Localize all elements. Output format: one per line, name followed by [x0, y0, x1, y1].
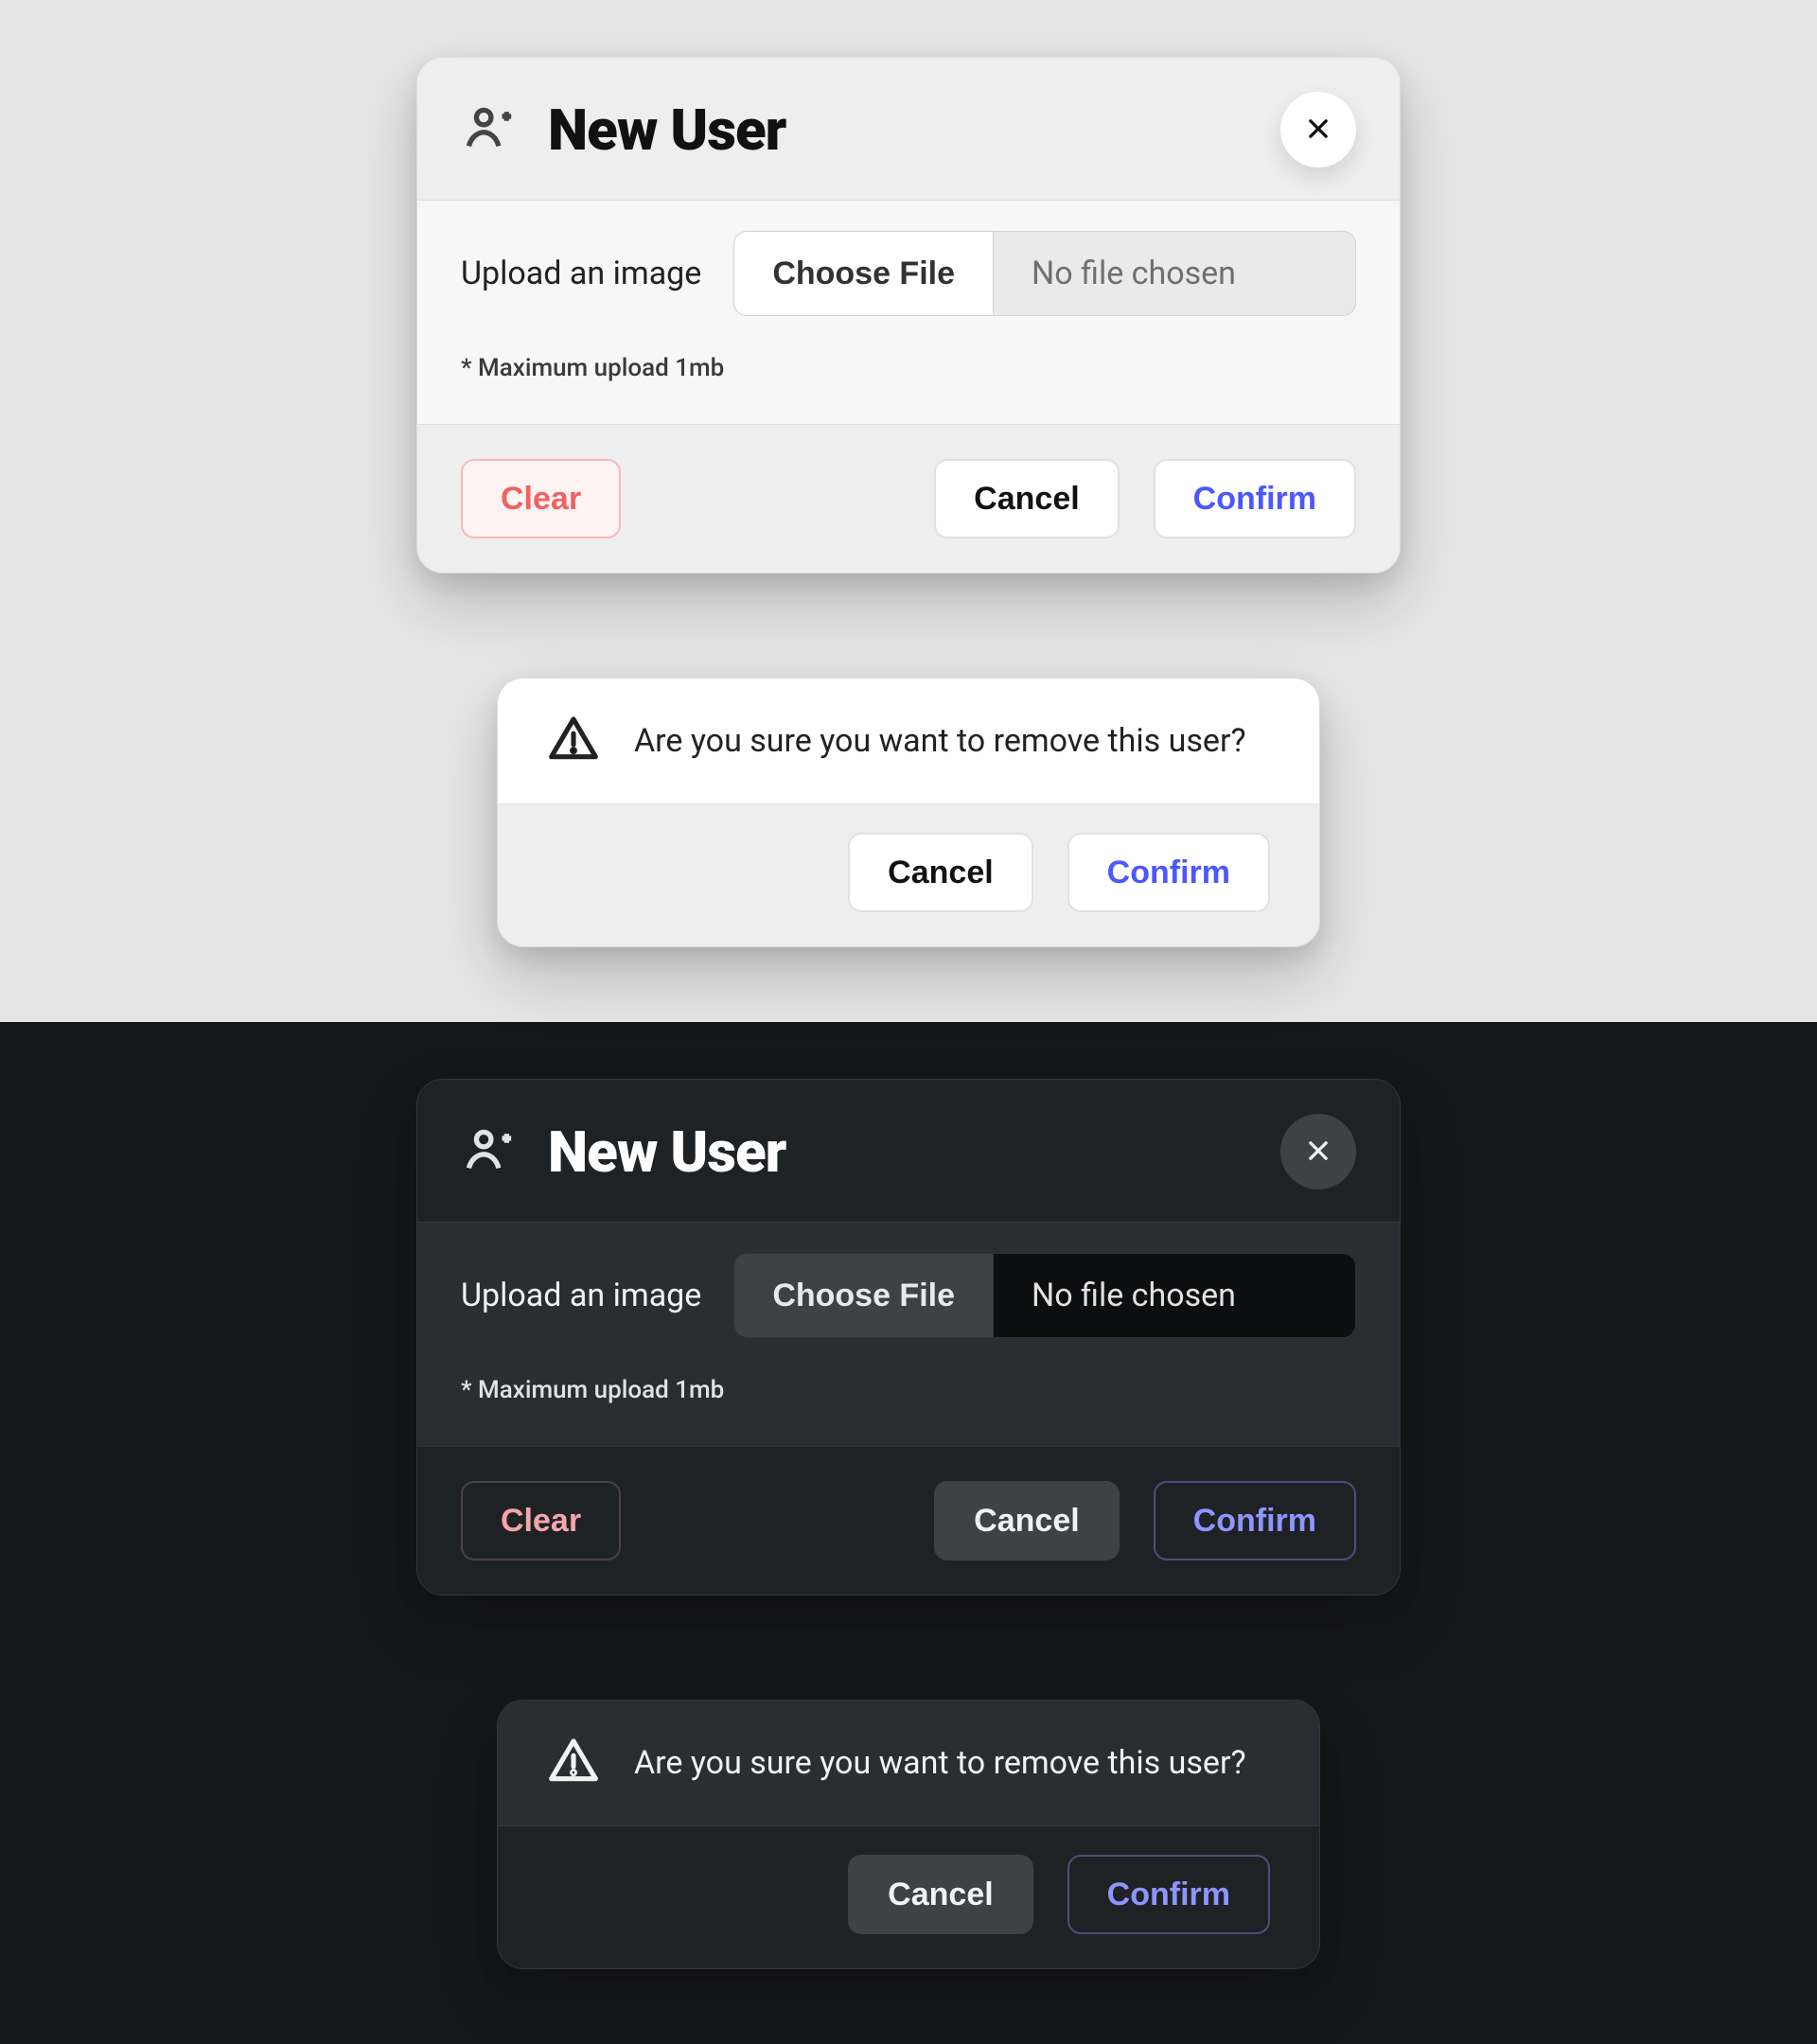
cancel-button[interactable]: Cancel — [934, 1481, 1120, 1560]
dialog-message: Are you sure you want to remove this use… — [634, 1744, 1246, 1782]
close-icon — [1305, 115, 1332, 145]
upload-row: Upload an image Choose File No file chos… — [461, 231, 1356, 316]
choose-file-button[interactable]: Choose File — [734, 232, 994, 315]
remove-user-dialog: Are you sure you want to remove this use… — [497, 1700, 1320, 1969]
modal-body: Upload an image Choose File No file chos… — [417, 1223, 1400, 1447]
modal-footer: Clear Cancel Confirm — [417, 425, 1400, 573]
clear-button[interactable]: Clear — [461, 459, 621, 538]
warning-icon — [547, 1735, 600, 1791]
dialog-message-row: Are you sure you want to remove this use… — [498, 678, 1319, 804]
close-button[interactable] — [1280, 92, 1356, 167]
modal-title: New User — [548, 1119, 785, 1186]
dark-theme-panel: New User Upload an image Choose File No … — [0, 1022, 1817, 2044]
new-user-modal: New User Upload an image Choose File No … — [416, 57, 1401, 573]
close-button[interactable] — [1280, 1114, 1356, 1189]
user-plus-icon — [461, 100, 516, 159]
upload-label: Upload an image — [461, 1277, 701, 1314]
upload-hint: * Maximum upload 1mb — [461, 1376, 1356, 1404]
modal-header: New User — [417, 1080, 1400, 1223]
confirm-button[interactable]: Confirm — [1154, 1481, 1356, 1560]
confirm-button[interactable]: Confirm — [1067, 833, 1270, 912]
cancel-button[interactable]: Cancel — [934, 459, 1120, 538]
footer-right-group: Cancel Confirm — [934, 1481, 1356, 1560]
modal-body: Upload an image Choose File No file chos… — [417, 201, 1400, 425]
file-input[interactable]: Choose File No file chosen — [733, 231, 1356, 316]
remove-user-dialog: Are you sure you want to remove this use… — [497, 678, 1320, 947]
confirm-button[interactable]: Confirm — [1154, 459, 1356, 538]
dialog-message: Are you sure you want to remove this use… — [634, 722, 1246, 760]
cancel-button[interactable]: Cancel — [848, 1855, 1033, 1934]
modal-title-wrap: New User — [461, 1119, 785, 1186]
warning-icon — [547, 713, 600, 769]
dialog-footer: Cancel Confirm — [498, 1826, 1319, 1968]
confirm-button[interactable]: Confirm — [1067, 1855, 1270, 1934]
dialog-message-row: Are you sure you want to remove this use… — [498, 1700, 1319, 1826]
upload-hint: * Maximum upload 1mb — [461, 354, 1356, 382]
light-theme-panel: New User Upload an image Choose File No … — [0, 0, 1817, 1022]
file-status: No file chosen — [994, 1254, 1355, 1337]
new-user-modal: New User Upload an image Choose File No … — [416, 1079, 1401, 1595]
file-input[interactable]: Choose File No file chosen — [733, 1253, 1356, 1338]
footer-right-group: Cancel Confirm — [934, 459, 1356, 538]
modal-title-wrap: New User — [461, 97, 785, 164]
dialog-footer: Cancel Confirm — [498, 804, 1319, 946]
modal-footer: Clear Cancel Confirm — [417, 1447, 1400, 1595]
upload-label: Upload an image — [461, 255, 701, 292]
user-plus-icon — [461, 1122, 516, 1181]
upload-row: Upload an image Choose File No file chos… — [461, 1253, 1356, 1338]
close-icon — [1305, 1137, 1332, 1167]
file-status: No file chosen — [994, 232, 1355, 315]
cancel-button[interactable]: Cancel — [848, 833, 1033, 912]
clear-button[interactable]: Clear — [461, 1481, 621, 1560]
modal-title: New User — [548, 97, 785, 164]
choose-file-button[interactable]: Choose File — [734, 1254, 994, 1337]
modal-header: New User — [417, 58, 1400, 201]
